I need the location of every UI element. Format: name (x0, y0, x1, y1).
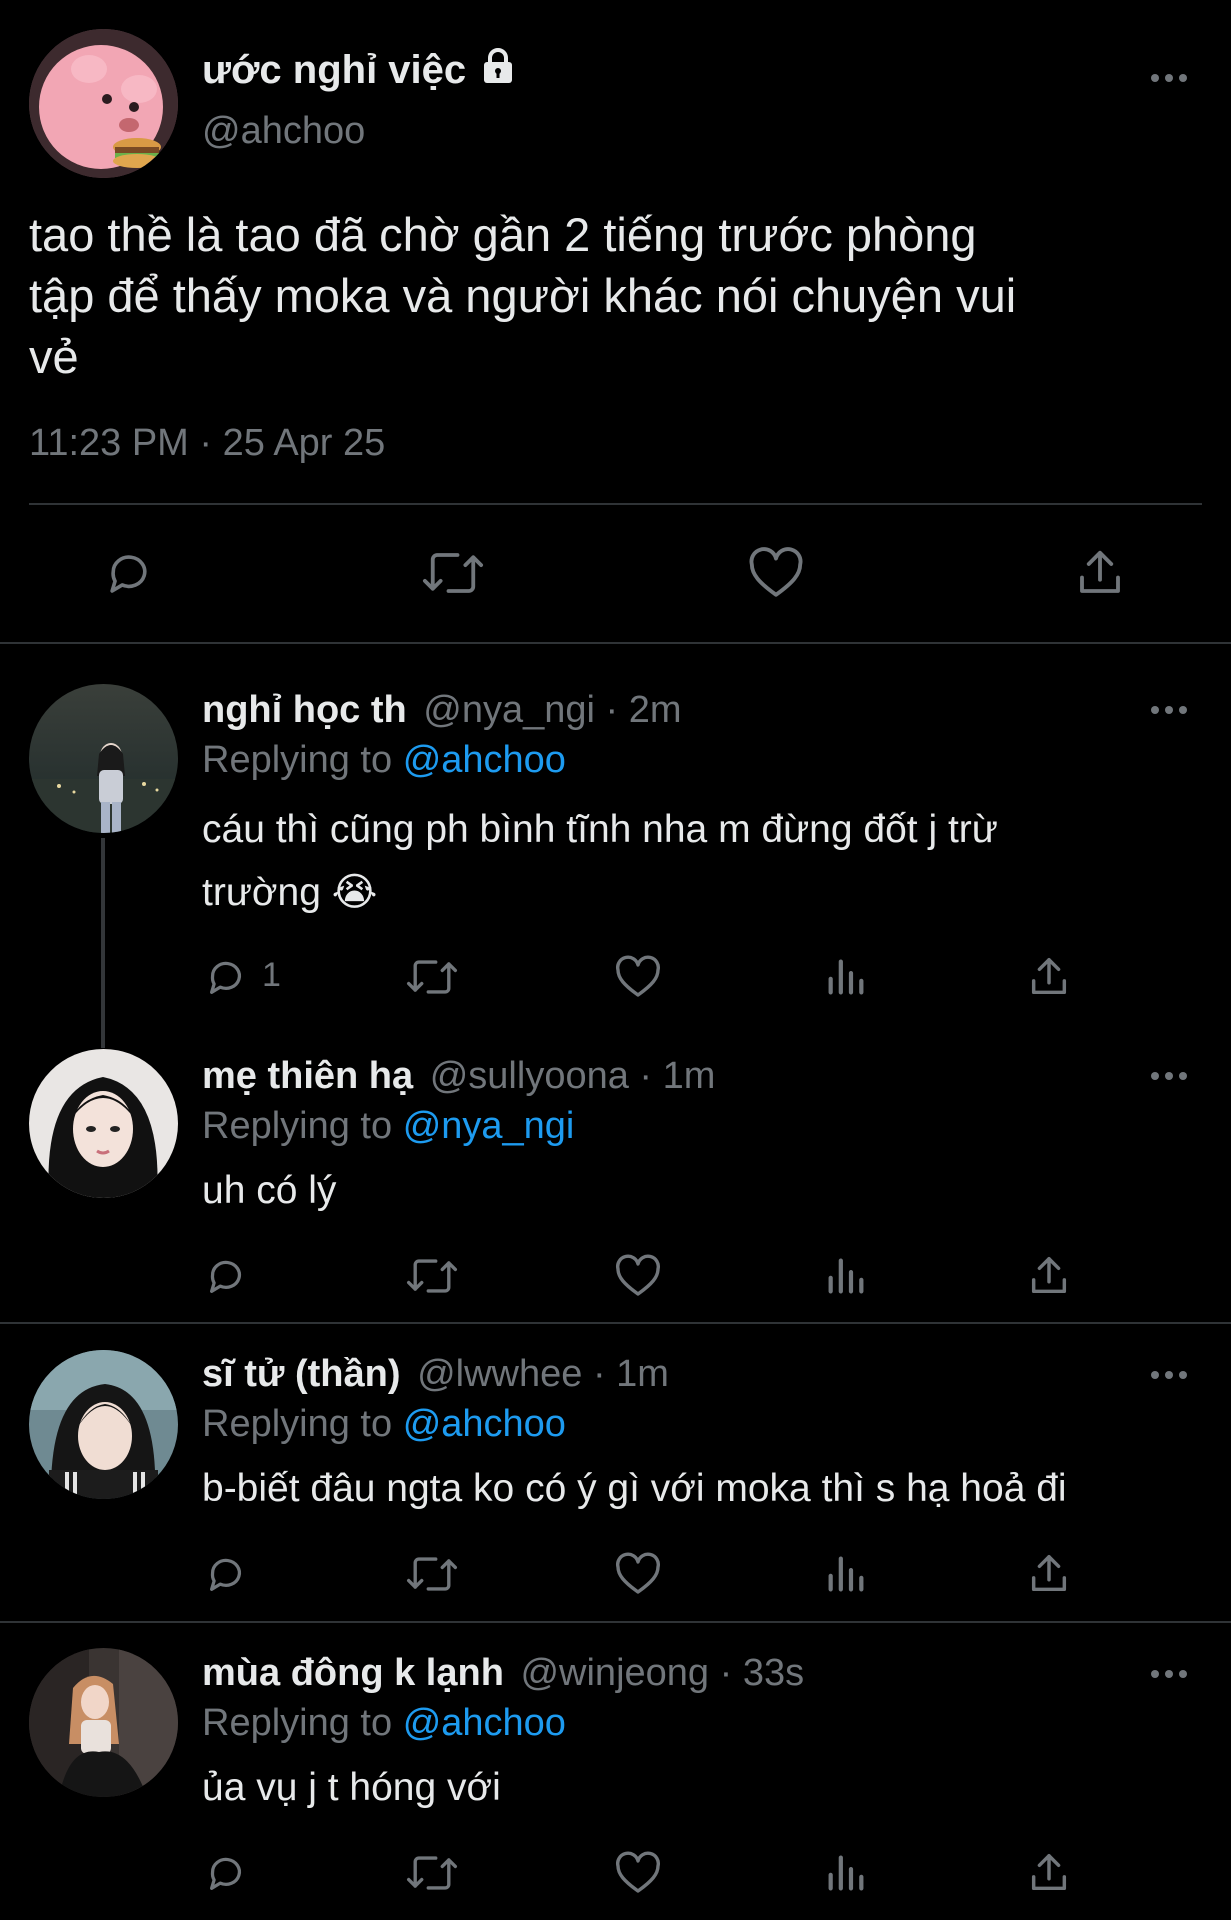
handle[interactable]: @nya_ngi (423, 689, 595, 731)
reply-icon[interactable] (102, 546, 156, 600)
time[interactable]: · 33s (720, 1652, 804, 1694)
more-icon[interactable] (1149, 1664, 1189, 1684)
avatar[interactable] (29, 1648, 178, 1797)
replying-to: Replying to @nya_ngi (202, 1102, 574, 1150)
tweet-text-line: tập để thấy moka và người khác nói chuyệ… (29, 269, 1017, 322)
retweet-icon[interactable] (404, 1253, 460, 1299)
share-icon[interactable] (1073, 546, 1127, 600)
reply-text-line: trường 😭 (202, 871, 378, 914)
display-name[interactable]: nghỉ học th (202, 689, 407, 731)
replying-link[interactable]: @ahchoo (403, 1403, 566, 1445)
time[interactable]: · 2m (606, 689, 682, 731)
reply-header: nghỉ học th @nya_ngi · 2m (202, 686, 682, 734)
like-icon[interactable] (614, 1551, 662, 1597)
reply-text-line: cáu thì cũng ph bình tĩnh nha m đừng đốt… (202, 808, 998, 851)
more-icon[interactable] (1149, 1066, 1189, 1086)
views-icon[interactable] (823, 1253, 869, 1299)
replying-to: Replying to @ahchoo (202, 1699, 566, 1747)
reply-header: sĩ tử (thần) @lwwhee · 1m (202, 1350, 669, 1398)
reply-text: b-biết đâu ngta ko có ý gì với moka thì … (202, 1461, 1067, 1517)
retweet-icon[interactable] (404, 1850, 460, 1896)
replying-to: Replying to @ahchoo (202, 1400, 566, 1448)
reply-text: ủa vụ j t hóng với (202, 1760, 501, 1816)
avatar[interactable] (29, 684, 178, 833)
like-icon[interactable] (614, 1850, 662, 1896)
reply-text-line: b-biết đâu ngta ko có ý gì với moka thì … (202, 1467, 1067, 1510)
views-icon[interactable] (823, 954, 869, 1000)
reply-icon[interactable] (203, 1850, 249, 1896)
author-display-name[interactable]: ước nghỉ việc (202, 46, 515, 94)
handle[interactable]: @lwwhee (417, 1353, 582, 1395)
display-name[interactable]: mùa đông k lạnh (202, 1652, 504, 1694)
reply-icon[interactable] (203, 1253, 249, 1299)
more-icon[interactable] (1149, 1365, 1189, 1385)
like-icon[interactable] (614, 1253, 662, 1299)
display-name-text: ước nghỉ việc (202, 48, 467, 92)
divider (0, 1322, 1231, 1324)
display-name[interactable]: sĩ tử (thần) (202, 1353, 401, 1395)
tweet-text-line: vẻ (29, 330, 79, 383)
share-icon[interactable] (1026, 1850, 1072, 1896)
handle[interactable]: @winjeong (520, 1652, 709, 1694)
reply-icon[interactable] (203, 954, 249, 1000)
reply-count: 1 (262, 956, 281, 994)
lock-icon (481, 47, 515, 85)
tweet-text: tao thề là tao đã chờ gần 2 tiếng trước … (29, 204, 1016, 387)
replying-link[interactable]: @nya_ngi (403, 1105, 575, 1147)
display-name[interactable]: mẹ thiên hạ (202, 1055, 413, 1097)
views-icon[interactable] (823, 1850, 869, 1896)
replying-label: Replying to (202, 1403, 393, 1445)
share-icon[interactable] (1026, 1551, 1072, 1597)
avatar[interactable] (29, 1049, 178, 1198)
reply-text: cáu thì cũng ph bình tĩnh nha m đừng đốt… (202, 798, 998, 924)
more-icon[interactable] (1149, 68, 1189, 88)
reply-text: uh có lý (202, 1163, 336, 1219)
retweet-icon[interactable] (404, 1551, 460, 1597)
retweet-icon[interactable] (404, 954, 460, 1000)
like-icon[interactable] (614, 954, 662, 1000)
more-icon[interactable] (1149, 700, 1189, 720)
share-icon[interactable] (1026, 954, 1072, 1000)
reply-text-line: uh có lý (202, 1169, 337, 1212)
tweet-timestamp[interactable]: 11:23 PM · 25 Apr 25 (29, 420, 385, 466)
divider (0, 642, 1231, 644)
retweet-icon[interactable] (419, 546, 487, 600)
divider (29, 503, 1202, 505)
like-icon[interactable] (747, 546, 805, 600)
author-handle[interactable]: @ahchoo (202, 108, 365, 154)
reply-header: mùa đông k lạnh @winjeong · 33s (202, 1649, 804, 1697)
replying-link[interactable]: @ahchoo (403, 739, 566, 781)
reply-icon[interactable] (203, 1551, 249, 1597)
reply-text-line: ủa vụ j t hóng với (202, 1766, 501, 1809)
replying-link[interactable]: @ahchoo (403, 1702, 566, 1744)
reply-header: mẹ thiên hạ @sullyoona · 1m (202, 1052, 715, 1100)
views-icon[interactable] (823, 1551, 869, 1597)
time[interactable]: · 1m (639, 1055, 715, 1097)
divider (0, 1621, 1231, 1623)
time[interactable]: · 1m (593, 1353, 669, 1395)
replying-label: Replying to (202, 739, 393, 781)
replying-label: Replying to (202, 1105, 393, 1147)
avatar[interactable] (29, 29, 178, 178)
handle[interactable]: @sullyoona (430, 1055, 629, 1097)
replying-to: Replying to @ahchoo (202, 736, 566, 784)
thread-line (101, 838, 105, 1048)
tweet-text-line: tao thề là tao đã chờ gần 2 tiếng trước … (29, 208, 977, 261)
replying-label: Replying to (202, 1702, 393, 1744)
avatar[interactable] (29, 1350, 178, 1499)
share-icon[interactable] (1026, 1253, 1072, 1299)
